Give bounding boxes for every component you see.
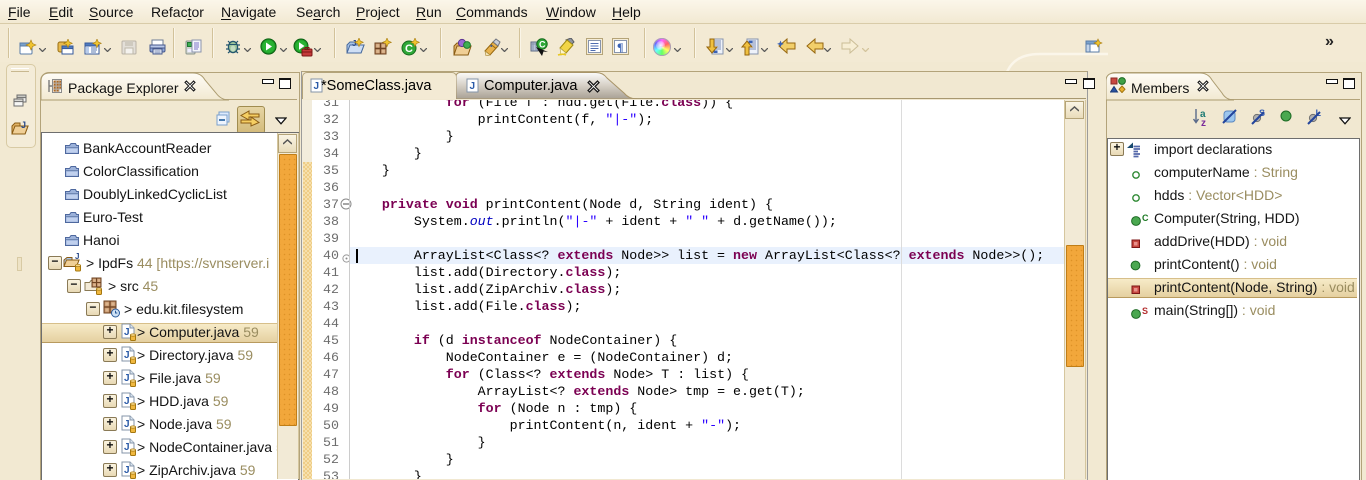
svg-text:C: C [1142,213,1149,223]
svg-text:J: J [124,373,130,384]
svg-text:J: J [21,120,26,130]
svg-text:S: S [1142,306,1148,316]
svg-text:¶: ¶ [617,40,623,54]
svg-text:J: J [75,253,79,261]
svg-text:J: J [124,350,130,361]
svg-text:C: C [405,43,413,55]
svg-text:J: J [124,465,130,476]
svg-text:J: J [124,327,130,338]
svg-text:J: J [352,39,356,48]
svg-text:J: J [314,81,320,92]
svg-text:J: J [470,81,476,92]
svg-text:z: z [1201,118,1206,128]
svg-text:J: J [124,396,130,407]
svg-text:J: J [124,419,130,430]
svg-text:C: C [539,40,546,50]
svg-text:J: J [124,442,130,453]
